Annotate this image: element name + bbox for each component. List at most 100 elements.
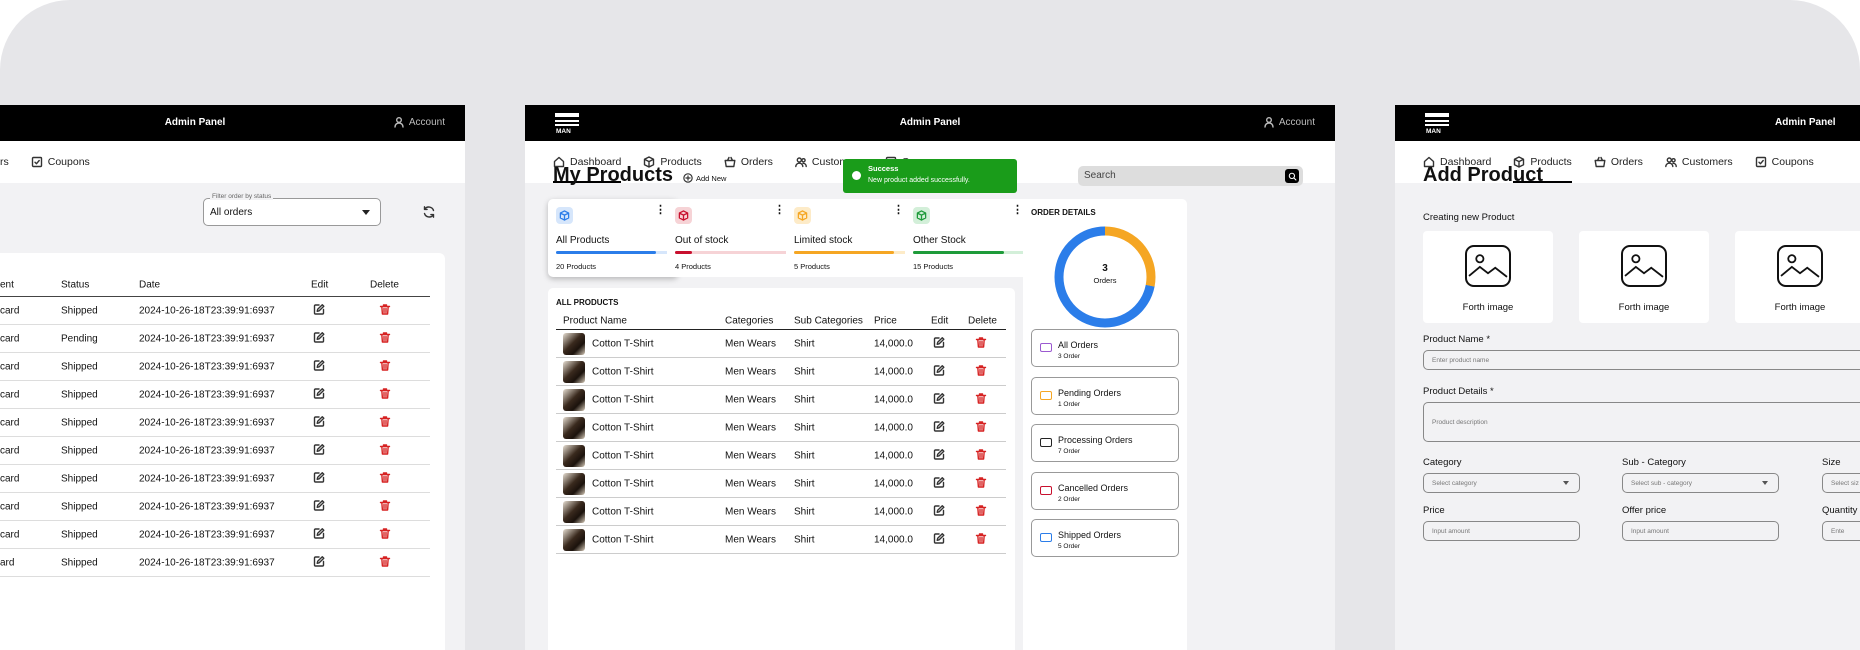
edit-button[interactable] <box>933 364 945 379</box>
refresh-icon[interactable] <box>422 205 436 219</box>
search-button[interactable] <box>1285 169 1299 183</box>
quantity-input[interactable]: Ente <box>1822 521 1860 541</box>
edit-button[interactable] <box>313 555 325 570</box>
delete-button[interactable] <box>379 499 391 514</box>
chevron-down-icon <box>1762 481 1768 485</box>
more-options-icon[interactable]: ⋮ <box>1012 205 1023 216</box>
edit-icon <box>313 359 325 371</box>
edit-button[interactable] <box>933 504 945 519</box>
delete-button[interactable] <box>379 415 391 430</box>
edit-button[interactable] <box>313 499 325 514</box>
edit-button[interactable] <box>933 420 945 435</box>
delete-button[interactable] <box>379 303 391 318</box>
stat-card[interactable]: ⋮ Out of stock 4 Products <box>667 199 797 277</box>
stat-card[interactable]: ⋮ All Products 20 Products <box>548 199 678 277</box>
order-status-item[interactable]: Pending Orders 1 Order <box>1031 376 1179 415</box>
delete-button[interactable] <box>975 392 987 407</box>
price-cell: 14,000.0 <box>874 450 913 461</box>
image-upload-slot[interactable]: Forth image <box>1735 231 1860 323</box>
status-cell: Shipped <box>61 557 98 568</box>
edit-button[interactable] <box>933 336 945 351</box>
delete-button[interactable] <box>975 504 987 519</box>
edit-button[interactable] <box>933 392 945 407</box>
delete-button[interactable] <box>379 555 391 570</box>
edit-button[interactable] <box>313 387 325 402</box>
tab-orders[interactable]: Orders <box>1594 141 1643 183</box>
edit-button[interactable] <box>313 359 325 374</box>
account-link[interactable]: Account <box>393 116 445 128</box>
edit-button[interactable] <box>313 527 325 542</box>
more-options-icon[interactable]: ⋮ <box>893 205 904 216</box>
order-status-item[interactable]: Processing Orders 7 Order <box>1031 424 1179 462</box>
delete-button[interactable] <box>379 331 391 346</box>
edit-button[interactable] <box>933 532 945 547</box>
date-cell: 2024-10-26-18T23:39:91:6937 <box>139 417 275 428</box>
edit-button[interactable] <box>313 443 325 458</box>
delete-button[interactable] <box>975 420 987 435</box>
delete-button[interactable] <box>379 443 391 458</box>
placeholder: Ente <box>1831 528 1845 535</box>
delete-button[interactable] <box>975 532 987 547</box>
delete-button[interactable] <box>975 336 987 351</box>
edit-button[interactable] <box>313 415 325 430</box>
placeholder: Select sub - category <box>1631 480 1693 487</box>
account-link[interactable]: Account <box>1263 116 1315 128</box>
delete-button[interactable] <box>975 448 987 463</box>
tab-orders[interactable]: Orders <box>724 141 773 183</box>
order-status-count: 5 Order <box>1058 543 1081 550</box>
tab-label: Customers <box>1681 156 1733 168</box>
subcategory-select[interactable]: Select sub - category <box>1622 473 1779 493</box>
product-name-input[interactable]: Enter product name <box>1423 350 1860 370</box>
truck-icon <box>1040 485 1052 495</box>
edit-button[interactable] <box>933 448 945 463</box>
order-status-item[interactable]: Shipped Orders 5 Order <box>1031 519 1179 557</box>
stat-card[interactable]: ⋮ Other Stock 15 Products <box>905 199 1035 277</box>
delete-button[interactable] <box>379 387 391 402</box>
date-cell: 2024-10-26-18T23:39:91:6937 <box>139 305 275 316</box>
more-options-icon[interactable]: ⋮ <box>774 205 785 216</box>
edit-button[interactable] <box>313 331 325 346</box>
delete-button[interactable] <box>975 364 987 379</box>
payment-cell: card <box>0 333 20 344</box>
edit-icon <box>933 476 945 488</box>
payment-cell: card <box>0 445 20 456</box>
status-filter-select[interactable]: Filter order by status All orders <box>203 193 381 226</box>
delete-button[interactable] <box>379 471 391 486</box>
table-row: card Shipped 2024-10-26-18T23:39:91:6937 <box>0 297 430 325</box>
delete-button[interactable] <box>379 359 391 374</box>
payment-cell: ard <box>0 557 15 568</box>
image-upload-slot[interactable]: Forth image <box>1423 231 1553 323</box>
tab-coupons[interactable]: Coupons <box>31 141 90 183</box>
offer-price-input[interactable]: Input amount <box>1622 521 1779 541</box>
edit-button[interactable] <box>933 476 945 491</box>
edit-icon <box>933 420 945 432</box>
edit-icon <box>313 415 325 427</box>
order-status-item[interactable]: All Orders 3 Order <box>1031 329 1179 367</box>
product-details-textarea[interactable]: Product description <box>1423 402 1860 442</box>
tab-customers[interactable]: Customers <box>1665 141 1733 183</box>
plus-circle-icon <box>683 173 693 183</box>
status-cell: Shipped <box>61 473 98 484</box>
edit-button[interactable] <box>313 471 325 486</box>
price-input[interactable]: Input amount <box>1423 521 1580 541</box>
offer-price-label: Offer price <box>1622 505 1667 516</box>
tab-coupons[interactable]: Coupons <box>1755 141 1814 183</box>
size-select[interactable]: Select siz <box>1822 473 1860 493</box>
delete-icon <box>975 504 987 516</box>
order-status-item[interactable]: Cancelled Orders 2 Order <box>1031 471 1179 510</box>
status-cell: Pending <box>61 333 98 344</box>
placeholder: Select siz <box>1831 480 1859 487</box>
delete-button[interactable] <box>379 527 391 542</box>
col-date: Date <box>139 279 161 290</box>
date-cell: 2024-10-26-18T23:39:91:6937 <box>139 501 275 512</box>
search-input[interactable]: Search <box>1078 166 1303 186</box>
stat-card[interactable]: ⋮ Limited stock 5 Products <box>786 199 916 277</box>
category-select[interactable]: Select category <box>1423 473 1580 493</box>
more-options-icon[interactable]: ⋮ <box>655 205 666 216</box>
tab-customers[interactable]: rs <box>0 141 9 183</box>
delete-button[interactable] <box>975 476 987 491</box>
image-upload-slot[interactable]: Forth image <box>1579 231 1709 323</box>
add-new-button[interactable]: Add New <box>683 173 726 183</box>
tab-label: Coupons <box>47 156 90 168</box>
edit-button[interactable] <box>313 303 325 318</box>
